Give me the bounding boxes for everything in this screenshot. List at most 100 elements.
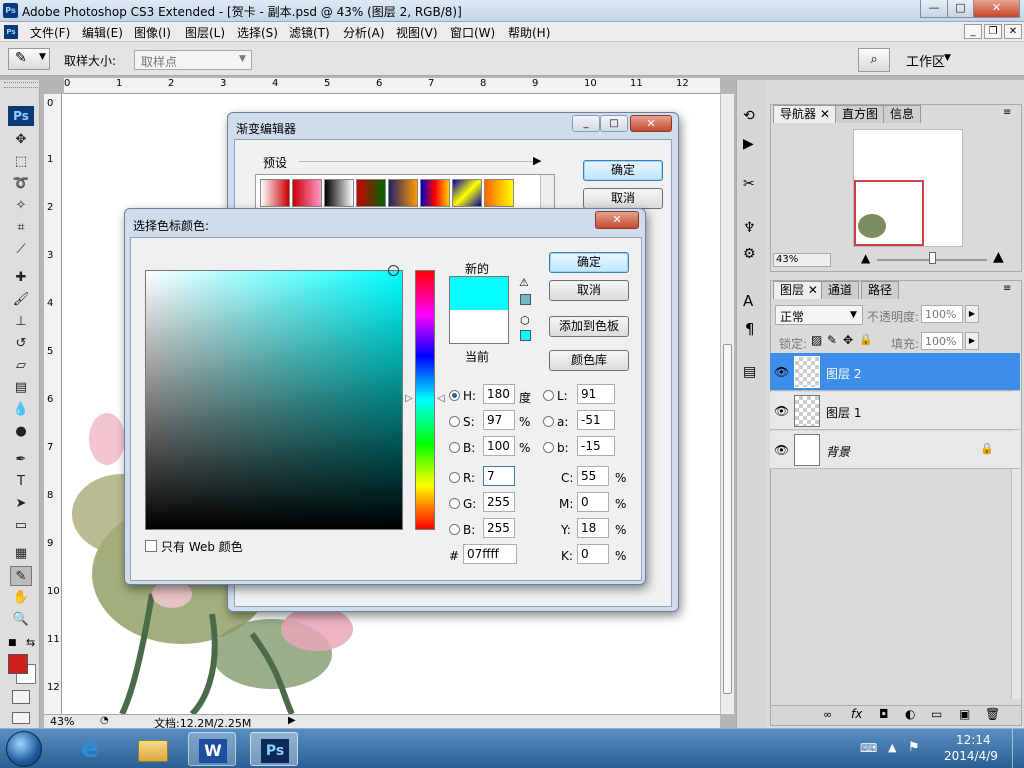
color-field-cursor[interactable] bbox=[388, 265, 399, 276]
layer-row-background[interactable]: 👁 背景 🔒 bbox=[770, 431, 1020, 469]
explorer-icon[interactable] bbox=[128, 732, 176, 766]
dialog-minimize-button[interactable]: _ bbox=[572, 115, 600, 132]
tab-paths[interactable]: 路径 bbox=[861, 281, 900, 299]
layer-comps-icon[interactable]: ▤ bbox=[743, 364, 756, 380]
marquee-tool-icon[interactable]: ⬚ bbox=[10, 152, 32, 172]
lab-l-radio[interactable] bbox=[543, 390, 554, 401]
default-colors-icon[interactable]: ■ bbox=[8, 638, 17, 648]
menu-select[interactable]: 选择(S) bbox=[237, 24, 278, 41]
lab-l-field[interactable]: 91 bbox=[577, 384, 615, 404]
character-panel-icon[interactable]: A bbox=[743, 292, 753, 310]
menu-edit[interactable]: 编辑(E) bbox=[82, 24, 123, 41]
hex-field[interactable]: 07ffff bbox=[463, 544, 517, 564]
visibility-eye-icon[interactable]: 👁 bbox=[774, 404, 789, 418]
layer-row-layer2[interactable]: 👁 图层 2 bbox=[770, 353, 1020, 391]
out-of-gamut-warning-icon[interactable]: ⚠ bbox=[519, 276, 529, 289]
tool-presets-icon[interactable]: ✂ bbox=[743, 176, 755, 192]
dialog-maximize-button[interactable]: □ bbox=[600, 115, 628, 132]
brightness-field[interactable]: 100 bbox=[483, 436, 515, 456]
gradient-ok-button[interactable]: 确定 bbox=[583, 160, 663, 181]
tool-preset-picker[interactable]: ✎ ▼ bbox=[8, 48, 50, 70]
brush-tool-icon[interactable]: 🖌 bbox=[10, 290, 32, 310]
panel-menu-icon[interactable]: ≡ bbox=[1003, 107, 1011, 118]
preset-swatch[interactable] bbox=[356, 179, 386, 207]
gradient-tool-icon[interactable]: ▤ bbox=[10, 378, 32, 398]
opacity-field[interactable]: 100% bbox=[921, 305, 963, 323]
opacity-slider-arrow[interactable]: ▶ bbox=[965, 305, 979, 323]
eraser-icon[interactable]: ▱ bbox=[10, 356, 32, 376]
doc-close-button[interactable]: ✕ bbox=[1004, 24, 1022, 39]
show-hidden-icons[interactable]: ▲ bbox=[888, 741, 896, 754]
presets-menu-icon[interactable]: ▶ bbox=[533, 154, 541, 167]
status-menu-icon[interactable]: ◔ bbox=[100, 715, 109, 726]
actions-panel-icon[interactable]: ▶ bbox=[743, 136, 754, 152]
color-libraries-button[interactable]: 颜色库 bbox=[549, 350, 629, 371]
paragraph-panel-icon[interactable]: ¶ bbox=[745, 320, 755, 338]
fill-field[interactable]: 100% bbox=[921, 332, 963, 350]
gamut-color-swatch[interactable] bbox=[520, 294, 531, 305]
zoom-tool-icon[interactable]: 🔍 bbox=[10, 610, 32, 630]
maximize-button[interactable]: □ bbox=[947, 0, 974, 18]
trash-icon[interactable]: 🗑 bbox=[985, 707, 1000, 721]
web-safe-color-swatch[interactable] bbox=[520, 330, 531, 341]
saturation-brightness-field[interactable] bbox=[145, 265, 403, 530]
web-safe-cube-icon[interactable]: ⬡ bbox=[520, 314, 530, 327]
lab-b-field[interactable]: -15 bbox=[577, 436, 615, 456]
menu-image[interactable]: 图像(I) bbox=[134, 24, 171, 41]
lasso-tool-icon[interactable]: ➰ bbox=[10, 174, 32, 194]
history-brush-icon[interactable]: ↺ bbox=[10, 334, 32, 354]
dialog-close-button[interactable]: ✕ bbox=[630, 115, 672, 132]
healing-brush-icon[interactable]: ✚ bbox=[10, 268, 32, 288]
ie-icon[interactable]: e bbox=[66, 732, 114, 766]
close-button[interactable]: ✕ bbox=[973, 0, 1020, 18]
color-cancel-button[interactable]: 取消 bbox=[549, 280, 629, 301]
lab-b-radio[interactable] bbox=[543, 442, 554, 453]
ps-logo[interactable]: Ps bbox=[8, 106, 34, 126]
preset-swatch[interactable] bbox=[452, 179, 482, 207]
yellow-field[interactable]: 18 bbox=[577, 518, 609, 538]
lock-transparency-icon[interactable]: ▨ bbox=[811, 333, 822, 347]
lock-all-icon[interactable]: 🔒 bbox=[859, 333, 873, 346]
clock-time[interactable]: 12:14 bbox=[956, 733, 991, 747]
menu-help[interactable]: 帮助(H) bbox=[508, 24, 550, 41]
foreground-color-swatch[interactable] bbox=[8, 654, 28, 674]
close-tab-icon[interactable]: ✕ bbox=[808, 283, 818, 297]
slice-tool-icon[interactable]: ⟋ bbox=[10, 240, 32, 260]
eyedropper-icon[interactable]: ✎ bbox=[10, 566, 32, 586]
preset-swatch[interactable] bbox=[484, 179, 514, 207]
menu-layer[interactable]: 图层(L) bbox=[185, 24, 225, 41]
tab-navigator[interactable]: 导航器 ✕ bbox=[773, 105, 837, 123]
green-radio[interactable] bbox=[449, 498, 460, 509]
current-color-swatch[interactable] bbox=[450, 310, 508, 343]
lab-a-radio[interactable] bbox=[543, 416, 554, 427]
blue-field[interactable]: 255 bbox=[483, 518, 515, 538]
layer-name[interactable]: 图层 2 bbox=[826, 365, 861, 382]
saturation-radio[interactable] bbox=[449, 416, 460, 427]
tab-info[interactable]: 信息 bbox=[883, 105, 922, 123]
add-to-swatches-button[interactable]: 添加到色板 bbox=[549, 316, 629, 337]
layer-row-layer1[interactable]: 👁 图层 1 bbox=[770, 392, 1020, 430]
toolbox-grip[interactable] bbox=[4, 82, 38, 88]
menu-filter[interactable]: 滤镜(T) bbox=[289, 24, 330, 41]
color-picker-close-button[interactable]: ✕ bbox=[595, 211, 639, 229]
visibility-eye-icon[interactable]: 👁 bbox=[774, 365, 789, 379]
hue-slider-left-arrow[interactable]: ▷ bbox=[405, 393, 413, 404]
hand-tool-icon[interactable]: ✋ bbox=[10, 588, 32, 608]
menu-view[interactable]: 视图(V) bbox=[396, 24, 438, 41]
pen-tool-icon[interactable]: ✒ bbox=[10, 450, 32, 470]
clock-date[interactable]: 2014/4/9 bbox=[944, 749, 998, 763]
zoom-slider-thumb[interactable] bbox=[929, 252, 936, 264]
red-field[interactable]: 7 bbox=[483, 466, 515, 486]
preset-swatch[interactable] bbox=[420, 179, 450, 207]
zoom-in-icon[interactable]: ▲ bbox=[993, 249, 1004, 265]
tab-histogram[interactable]: 直方图 bbox=[835, 105, 886, 123]
preset-swatch[interactable] bbox=[324, 179, 354, 207]
layer-name[interactable]: 背景 bbox=[826, 443, 850, 460]
layer-style-icon[interactable]: fx bbox=[851, 707, 862, 721]
dodge-tool-icon[interactable]: ● bbox=[10, 422, 32, 442]
new-layer-icon[interactable]: ▣ bbox=[959, 707, 970, 721]
menu-file[interactable]: 文件(F) bbox=[30, 24, 70, 41]
lab-a-field[interactable]: -51 bbox=[577, 410, 615, 430]
doc-minimize-button[interactable]: _ bbox=[964, 24, 982, 39]
magic-wand-icon[interactable]: ✧ bbox=[10, 196, 32, 216]
